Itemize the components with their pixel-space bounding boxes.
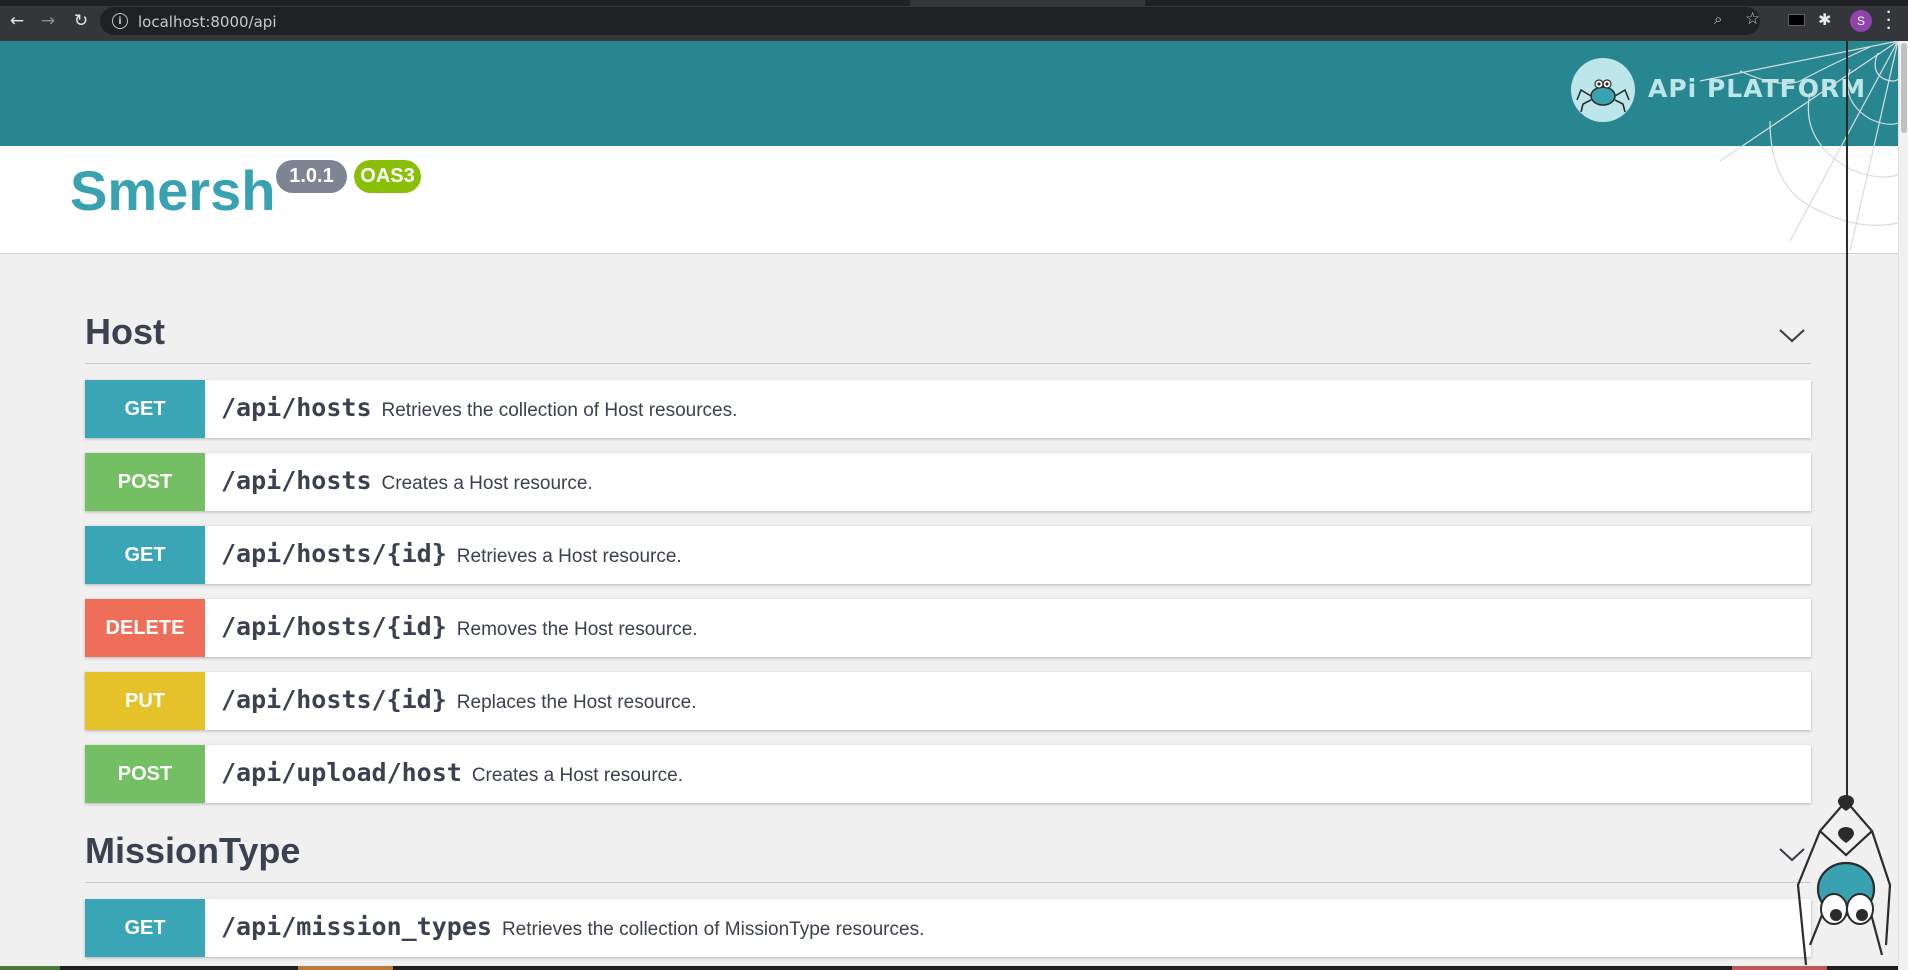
operation-description: Replaces the Host resource.	[456, 692, 697, 713]
operation-get-mission-types[interactable]: GET /api/mission_types Retrieves the coll…	[85, 899, 1811, 957]
page-scrollbar[interactable]	[1898, 41, 1908, 970]
section-missiontype-header[interactable]: MissionType	[85, 828, 1811, 883]
operation-path: /api/upload/host	[221, 758, 462, 787]
operation-post-upload-host[interactable]: POST /api/upload/host Creates a Host reso…	[85, 745, 1811, 803]
tab-strip	[0, 0, 1908, 6]
method-badge: DELETE	[85, 599, 205, 657]
section-title: MissionType	[85, 830, 301, 871]
operation-description: Retrieves the collection of MissionType …	[501, 919, 925, 940]
reload-icon[interactable]: ↻	[67, 8, 95, 34]
operation-put-host[interactable]: PUT /api/hosts/{id} Replaces the Host res…	[85, 672, 1811, 730]
spider-thread	[1846, 41, 1848, 801]
api-platform-logo-icon[interactable]	[1571, 58, 1635, 122]
operation-path: /api/hosts	[221, 466, 372, 495]
extensions-puzzle-icon[interactable]: ✱	[1818, 10, 1831, 29]
bottom-segment	[298, 966, 393, 970]
bottom-segment	[1732, 966, 1827, 970]
browser-toolbar: ← → ↻ i localhost:8000/api ⌕ ☆ ✱ S · · ·	[0, 0, 1908, 41]
chevron-down-icon[interactable]	[1777, 326, 1807, 346]
oas-badge: OAS3	[354, 160, 421, 193]
browser-menu-icon[interactable]: · · ·	[1884, 5, 1894, 37]
operation-delete-host[interactable]: DELETE /api/hosts/{id} Removes the Host r…	[85, 599, 1811, 657]
operation-description: Removes the Host resource.	[456, 619, 698, 640]
operation-description: Retrieves the collection of Host resourc…	[381, 400, 738, 421]
extension-screen-icon[interactable]	[1788, 14, 1805, 26]
site-info-icon[interactable]: i	[112, 13, 128, 29]
method-badge: GET	[85, 380, 205, 438]
active-tab[interactable]	[910, 0, 1145, 6]
bottom-strip	[0, 966, 1898, 970]
scrollbar-thumb[interactable]	[1901, 43, 1907, 133]
operation-path: /api/hosts/{id}	[221, 539, 447, 568]
version-badge: 1.0.1	[276, 160, 347, 193]
zoom-icon[interactable]: ⌕	[1714, 10, 1722, 28]
api-title: Smersh	[70, 159, 276, 222]
back-arrow-icon[interactable]: ←	[3, 8, 31, 34]
api-platform-logo-text[interactable]: APi PLATFORM	[1648, 74, 1866, 103]
operation-get-hosts[interactable]: GET /api/hosts Retrieves the collection o…	[85, 380, 1811, 438]
operation-path: /api/hosts/{id}	[221, 685, 447, 714]
method-badge: GET	[85, 899, 205, 957]
operation-path: /api/hosts/{id}	[221, 612, 447, 641]
address-bar[interactable]: i localhost:8000/api ⌕ ☆	[100, 7, 1760, 35]
operation-path: /api/mission_types	[221, 912, 492, 941]
section-title: Host	[85, 311, 165, 352]
method-badge: GET	[85, 526, 205, 584]
operation-description: Creates a Host resource.	[471, 765, 684, 786]
operation-path: /api/hosts	[221, 393, 372, 422]
url-text[interactable]: localhost:8000/api	[138, 13, 277, 31]
method-badge: POST	[85, 745, 205, 803]
operation-post-hosts[interactable]: POST /api/hosts Creates a Host resource.	[85, 453, 1811, 511]
bottom-segment	[0, 966, 60, 970]
method-badge: POST	[85, 453, 205, 511]
forward-arrow-icon[interactable]: →	[34, 8, 62, 34]
method-badge: PUT	[85, 672, 205, 730]
spider-mascot-icon	[1796, 795, 1892, 966]
operation-description: Creates a Host resource.	[381, 473, 593, 494]
bookmark-star-icon[interactable]: ☆	[1745, 9, 1760, 29]
operation-description: Retrieves a Host resource.	[456, 546, 682, 567]
operation-get-host-by-id[interactable]: GET /api/hosts/{id} Retrieves a Host reso…	[85, 526, 1811, 584]
profile-avatar[interactable]: S	[1850, 10, 1872, 32]
section-host-header[interactable]: Host	[85, 309, 1811, 364]
